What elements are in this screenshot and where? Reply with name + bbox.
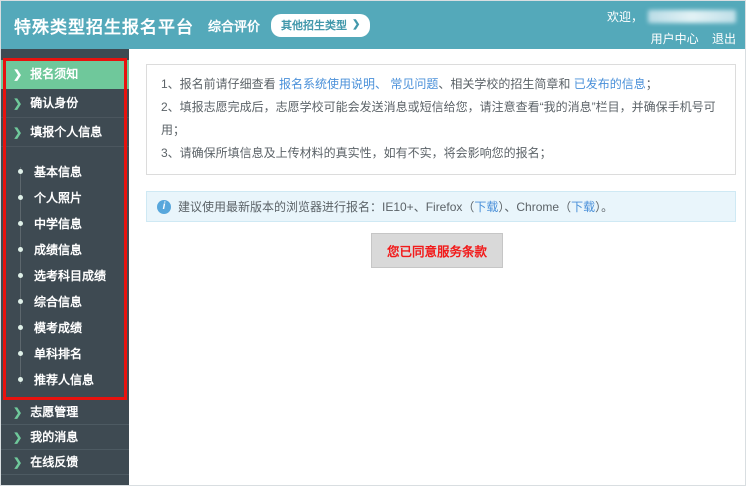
chevron-right-icon: ❯ — [13, 407, 23, 419]
bullet-icon — [18, 351, 23, 356]
sidebar-sub-list: 基本信息 个人照片 中学信息 成绩信息 选考科目成绩 综合信息 模考成绩 单科排… — [1, 147, 129, 400]
tip-text: ）、Chrome（ — [498, 200, 572, 214]
notice-text: 1、报名前请仔细查看 — [161, 77, 280, 91]
sidebar-subitem-label: 中学信息 — [34, 217, 83, 231]
redacted-username — [648, 9, 736, 23]
welcome-text: 欢迎， — [606, 9, 643, 24]
page-title: 特殊类型招生报名平台 — [14, 17, 194, 37]
welcome-row: 欢迎， — [607, 8, 736, 24]
logout-link[interactable]: 退出 — [712, 32, 736, 46]
header-user-area: 欢迎， 用户中心 退出 — [607, 8, 736, 47]
notice-line-3: 3、请确保所填信息及上传材料的真实性，如有不实，将会影响您的报名； — [161, 146, 552, 160]
admission-type-label: 综合评价 — [208, 18, 261, 34]
sidebar-item-label: 我的消息 — [30, 430, 79, 444]
sidebar-subitem-label: 模考成绩 — [34, 321, 83, 335]
tip-text: ）。 — [595, 200, 614, 214]
faq-link[interactable]: 常见问题 — [390, 77, 438, 91]
sidebar-item-label: 确认身份 — [30, 96, 79, 110]
bullet-icon — [18, 273, 23, 278]
sidebar-subitem-label: 综合信息 — [34, 295, 83, 309]
agree-terms-button[interactable]: 您已同意服务条款 — [370, 233, 503, 268]
other-admission-types-label: 其他招生类型 — [281, 19, 348, 32]
bullet-icon — [18, 325, 23, 330]
header: 特殊类型招生报名平台 综合评价 其他招生类型 ❯ 欢迎， 用户中心 退出 — [1, 1, 745, 49]
chrome-download-link[interactable]: 下载 — [571, 200, 595, 214]
sidebar-item-label: 志愿管理 — [30, 405, 79, 419]
bullet-icon — [18, 377, 23, 382]
app-window: 特殊类型招生报名平台 综合评价 其他招生类型 ❯ 欢迎， 用户中心 退出 ❯ 报名… — [0, 0, 746, 486]
button-row: 您已同意服务条款 — [129, 233, 745, 268]
sidebar-subitem-label: 基本信息 — [34, 165, 83, 179]
sidebar-subitem-label: 单科排名 — [34, 347, 83, 361]
sidebar-subitem-comprehensive-info[interactable]: 综合信息 — [1, 289, 129, 315]
browser-tip-box: i 建议使用最新版本的浏览器进行报名：IE10+、Firefox（下载）、Chr… — [146, 191, 736, 222]
sidebar-item-application-management[interactable]: ❯ 志愿管理 — [1, 400, 129, 425]
sidebar-subitem-label: 推荐人信息 — [34, 373, 95, 387]
bullet-icon — [18, 247, 23, 252]
sidebar-item-label: 填报个人信息 — [30, 125, 103, 139]
bullet-icon — [18, 169, 23, 174]
sidebar-item-my-messages[interactable]: ❯ 我的消息 — [1, 425, 129, 450]
tip-text: 建议使用最新版本的浏览器进行报名：IE10+、Firefox（ — [178, 200, 475, 214]
notice-line-1: 1、报名前请仔细查看 报名系统使用说明、 常见问题、相关学校的招生简章和 已发布… — [161, 73, 721, 96]
bullet-icon — [18, 195, 23, 200]
sidebar-top-gap — [1, 49, 129, 60]
sidebar-subitem-school-info[interactable]: 中学信息 — [1, 211, 129, 237]
notice-text: 、相关学校的招生简章和 — [438, 77, 574, 91]
user-links-row: 用户中心 退出 — [607, 30, 736, 47]
chevron-right-icon: ❯ — [13, 69, 23, 81]
header-left: 特殊类型招生报名平台 综合评价 其他招生类型 ❯ — [14, 1, 371, 49]
sidebar-subitem-mock-exam-scores[interactable]: 模考成绩 — [1, 315, 129, 341]
notice-line-2: 2、填报志愿完成后，志愿学校可能会发送消息或短信给您，请注意查看“我的消息”栏目… — [161, 100, 716, 137]
chevron-right-icon: ❯ — [13, 127, 23, 139]
sidebar: ❯ 报名须知 ❯ 确认身份 ❯ 填报个人信息 基本信息 个人照片 中学信息 成绩信息 … — [1, 49, 129, 485]
sidebar-subitem-personal-photo[interactable]: 个人照片 — [1, 185, 129, 211]
sidebar-item-registration-notice[interactable]: ❯ 报名须知 — [1, 60, 129, 89]
notice-box: 1、报名前请仔细查看 报名系统使用说明、 常见问题、相关学校的招生简章和 已发布… — [146, 64, 736, 175]
usage-instructions-link[interactable]: 报名系统使用说明、 — [279, 77, 387, 91]
sidebar-subitem-basic-info[interactable]: 基本信息 — [1, 159, 129, 185]
sidebar-subitem-label: 个人照片 — [34, 191, 83, 205]
sidebar-subitem-elective-subject-scores[interactable]: 选考科目成绩 — [1, 263, 129, 289]
chevron-right-icon: ❯ — [13, 98, 23, 110]
main-content: 1、报名前请仔细查看 报名系统使用说明、 常见问题、相关学校的招生简章和 已发布… — [129, 49, 745, 485]
sidebar-subitem-grade-info[interactable]: 成绩信息 — [1, 237, 129, 263]
sidebar-item-online-feedback[interactable]: ❯ 在线反馈 — [1, 450, 129, 475]
sidebar-subitem-label: 成绩信息 — [34, 243, 83, 257]
chevron-right-icon: ❯ — [352, 19, 361, 30]
sidebar-item-confirm-identity[interactable]: ❯ 确认身份 — [1, 89, 129, 118]
browser-tip-text: 建议使用最新版本的浏览器进行报名：IE10+、Firefox（下载）、Chrom… — [178, 198, 613, 215]
sidebar-subitem-recommender-info[interactable]: 推荐人信息 — [1, 367, 129, 393]
other-admission-types-button[interactable]: 其他招生类型 ❯ — [271, 13, 371, 37]
sidebar-item-fill-personal-info[interactable]: ❯ 填报个人信息 — [1, 118, 129, 147]
user-center-link[interactable]: 用户中心 — [651, 32, 699, 46]
bullet-icon — [18, 299, 23, 304]
bullet-icon — [18, 221, 23, 226]
sidebar-item-label: 报名须知 — [30, 67, 79, 81]
sidebar-subitem-label: 选考科目成绩 — [34, 269, 107, 283]
firefox-download-link[interactable]: 下载 — [474, 200, 498, 214]
published-info-link[interactable]: 已发布的信息 — [574, 77, 646, 91]
chevron-right-icon: ❯ — [13, 457, 23, 469]
notice-text: ； — [645, 77, 658, 91]
chevron-right-icon: ❯ — [13, 432, 23, 444]
info-icon: i — [157, 199, 171, 214]
sidebar-item-label: 在线反馈 — [30, 455, 79, 469]
sidebar-subitem-single-subject-ranking[interactable]: 单科排名 — [1, 341, 129, 367]
